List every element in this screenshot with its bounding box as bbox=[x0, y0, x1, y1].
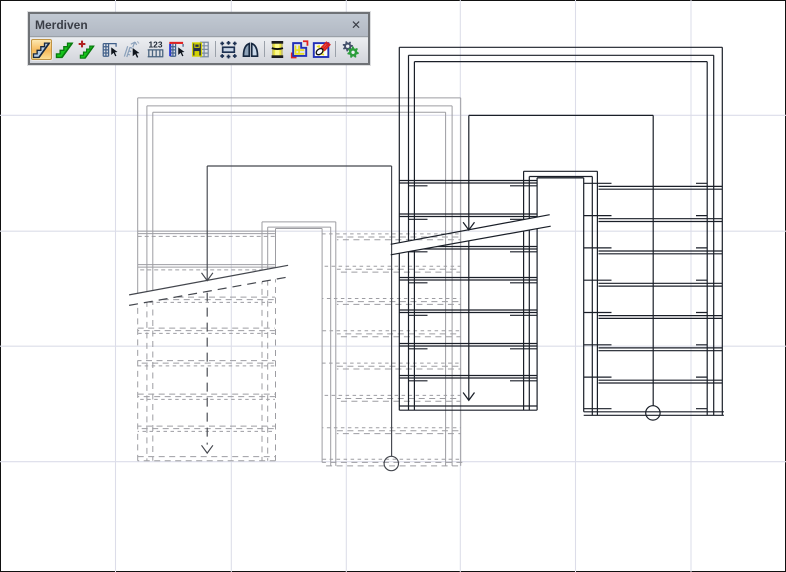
svg-text:123: 123 bbox=[149, 40, 163, 50]
